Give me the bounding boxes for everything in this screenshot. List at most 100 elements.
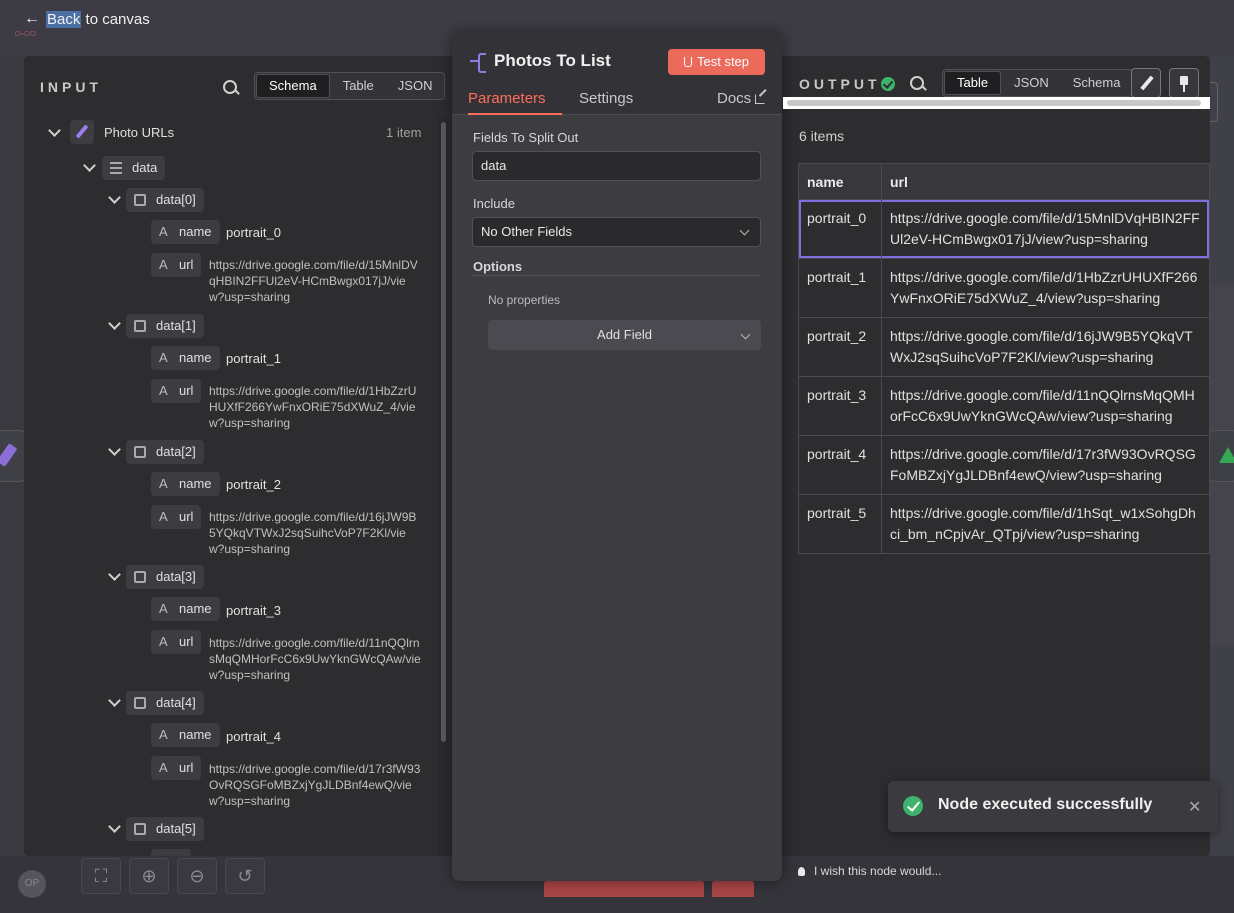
avatar[interactable]: OP [18,870,46,898]
pin-data-icon[interactable] [1169,68,1199,98]
field-value: https://drive.google.com/file/d/16jJW9B5… [209,510,417,556]
table-cell-url[interactable]: https://drive.google.com/file/d/16jJW9B5… [881,317,1210,377]
reset-zoom-icon[interactable]: ↺ [225,858,265,894]
field-key: name [179,727,212,742]
table-cell-url[interactable]: https://drive.google.com/file/d/17r3fW93… [881,435,1210,495]
table-cell-name[interactable]: portrait_5 [798,494,882,554]
string-type-icon: A [159,224,168,239]
field-name-badge: Aname [151,723,220,747]
delete-button[interactable] [712,880,754,897]
table-row[interactable]: portrait_0 https://drive.google.com/file… [798,199,1210,259]
field-key: url [179,760,194,775]
test-step-button[interactable]: Test step [668,49,765,75]
include-select[interactable]: No Other Fields [472,217,761,247]
field-value: portrait_3 [226,603,281,618]
output-horizontal-scrollbar[interactable] [783,97,1210,109]
back-to-canvas-link[interactable]: ← Back to canvas [24,10,150,28]
string-type-icon: A [159,476,168,491]
column-header-name[interactable]: name [798,163,882,200]
chevron-down-icon[interactable] [108,568,121,581]
field-key: name [179,601,212,616]
success-check-icon [881,77,895,91]
cube-icon [134,446,146,458]
feedback-text: I wish this node would... [814,864,942,878]
field-key: url [179,634,194,649]
node-settings-panel: Photos To List Test step Parameters Sett… [452,32,782,881]
field-url-badge: Aurl [151,253,202,277]
close-icon[interactable]: ✕ [1188,797,1201,817]
edit-output-icon[interactable] [1131,68,1161,98]
output-view-table[interactable]: Table [944,71,1002,95]
options-label: Options [473,259,523,274]
table-row[interactable]: portrait_4 https://drive.google.com/file… [798,435,1210,495]
chevron-down-icon[interactable] [108,191,121,204]
field-key: name [179,476,212,491]
table-row[interactable]: portrait_1 https://drive.google.com/file… [798,258,1210,318]
fields-to-split-input[interactable]: data [472,151,761,181]
no-properties-text: No properties [488,293,561,307]
search-icon[interactable] [909,75,927,93]
execute-workflow-button[interactable] [544,880,704,897]
add-field-button[interactable]: Add Field [488,320,761,350]
chevron-down-icon[interactable] [48,124,61,137]
options-divider [472,275,761,276]
chevron-down-icon [740,329,751,340]
string-type-icon: A [159,383,168,398]
table-row[interactable]: portrait_5 https://drive.google.com/file… [798,494,1210,554]
zoom-in-icon[interactable]: ⊕ [129,858,169,894]
string-type-icon: A [159,601,168,616]
cube-icon [134,697,146,709]
add-field-label: Add Field [597,327,652,342]
docs-link[interactable]: Docs [717,90,751,107]
output-view-json[interactable]: JSON [1002,70,1061,96]
chevron-down-icon[interactable] [108,820,121,833]
fit-view-icon[interactable]: ⛶ [81,858,121,894]
data-item-label: data[1] [156,318,196,333]
input-panel: INPUT Schema Table JSON Photo URLs 1 ite… [24,56,452,856]
lightbulb-icon [798,867,805,876]
table-cell-url[interactable]: https://drive.google.com/file/d/1HbZzrUH… [881,258,1210,318]
table-cell-name[interactable]: portrait_2 [798,317,882,377]
table-cell-name[interactable]: portrait_1 [798,258,882,318]
output-items-count: 6 items [799,128,845,144]
chevron-down-icon[interactable] [83,159,96,172]
field-url-badge: Aurl [151,630,202,654]
string-type-icon: A [159,350,168,365]
field-name-badge [151,849,191,856]
check-circle-icon [903,796,923,816]
table-cell-name[interactable]: portrait_0 [798,199,882,259]
field-key: url [179,509,194,524]
output-view-schema[interactable]: Schema [1061,70,1133,96]
data-item-badge: data[2] [126,440,204,464]
tab-parameters[interactable]: Parameters [468,90,546,107]
input-scrollbar[interactable] [438,118,448,856]
data-array-label: data [132,160,158,175]
output-table: name url portrait_0 https://drive.google… [798,163,1210,554]
table-cell-name[interactable]: portrait_3 [798,376,882,436]
tab-settings[interactable]: Settings [579,90,633,107]
chevron-down-icon[interactable] [108,694,121,707]
scrollbar-thumb[interactable] [441,122,446,742]
field-key: name [179,224,212,239]
field-name-badge: Aname [151,472,220,496]
table-cell-name[interactable]: portrait_4 [798,435,882,495]
table-row[interactable]: portrait_2 https://drive.google.com/file… [798,317,1210,377]
scrollbar-thumb[interactable] [787,100,1201,106]
zoom-out-icon[interactable]: ⊖ [177,858,217,894]
field-value: https://drive.google.com/file/d/17r3fW93… [209,762,421,808]
node-title[interactable]: Photos To List [494,51,611,71]
string-type-icon: A [159,257,168,272]
table-row[interactable]: portrait_3 https://drive.google.com/file… [798,376,1210,436]
table-cell-url[interactable]: https://drive.google.com/file/d/11nQQlrn… [881,376,1210,436]
feedback-link[interactable]: I wish this node would... [798,864,941,878]
data-item-badge: data[1] [126,314,204,338]
table-cell-url[interactable]: https://drive.google.com/file/d/15MnlDVq… [881,199,1210,259]
chevron-down-icon[interactable] [108,317,121,330]
column-header-url[interactable]: url [881,163,1210,200]
cube-icon [134,823,146,835]
list-icon [110,162,122,174]
include-selected-value: No Other Fields [481,224,573,239]
chevron-down-icon[interactable] [108,443,121,456]
n8n-logo-icon: ○-○○ [14,26,37,40]
table-cell-url[interactable]: https://drive.google.com/file/d/1hSqt_w1… [881,494,1210,554]
